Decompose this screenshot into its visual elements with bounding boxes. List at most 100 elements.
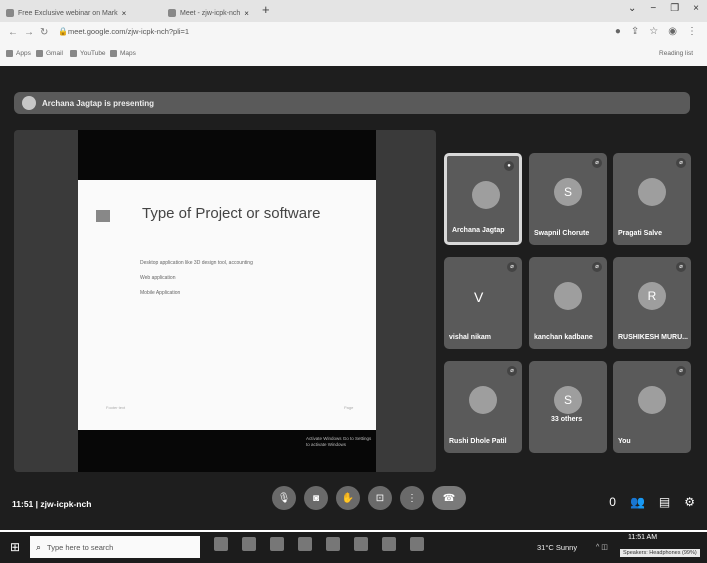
search-placeholder: Type here to search [47,542,114,552]
speaker-tooltip: Speakers: Headphones (99%) [620,549,700,557]
close-icon[interactable]: × [122,9,127,18]
meeting-time: 11:51 [12,499,34,509]
activate-windows-watermark: Activate Windows Go to Settings to activ… [306,436,372,447]
lock-icon[interactable]: 🔒 [58,27,68,36]
avatar: S [554,386,582,414]
meeting-info: 11:51 | zjw-icpk-nch [12,499,91,509]
participant-tile[interactable]: ● Archana Jagtap [444,153,522,245]
store-icon[interactable] [298,537,312,551]
tab-meet[interactable]: Meet - zjw-icpk-nch × [168,4,258,22]
leave-call-button[interactable]: ☎ [432,486,466,510]
presenting-text: Archana Jagtap is presenting [42,98,155,108]
participant-tile[interactable]: S ⌀ Swapnil Chorute [529,153,607,245]
activities-icon[interactable]: ⚙ [684,495,695,509]
tab-label: Free Exclusive webinar on Mark [18,9,118,17]
star-icon[interactable]: ☆ [649,26,658,37]
window-controls: ⌄ − ❐ × [628,3,699,14]
mic-icon: ● [504,161,514,171]
weather-widget[interactable]: 31°C Sunny [537,543,577,552]
avatar [638,178,666,206]
maximize-icon[interactable]: ❐ [670,3,679,14]
tab-favicon-icon [6,9,14,17]
taskbar-clock[interactable]: 11:51 AM [628,534,657,541]
share-icon[interactable]: ⇪ [631,26,639,37]
bookmark-label: Gmail [46,50,63,57]
info-icon[interactable]: 0 [609,495,616,509]
presenter-avatar [22,96,36,110]
reload-icon[interactable]: ↻ [40,27,48,38]
chrome-icon[interactable] [382,537,396,551]
call-controls: 🎙 ◙ ✋ ⊡ ⋮ ☎ [272,486,466,510]
slide-bullet: Desktop application like 3D design tool,… [140,260,253,266]
mic-toggle-button[interactable]: 🎙 [272,486,296,510]
participant-name: 33 others [551,416,583,423]
mic-off-icon: ⌀ [507,262,517,272]
back-icon[interactable]: ← [8,27,18,38]
raise-hand-button[interactable]: ✋ [336,486,360,510]
minimize-icon[interactable]: − [650,3,656,14]
avatar [472,181,500,209]
camera-toggle-button[interactable]: ◙ [304,486,328,510]
close-window-icon[interactable]: × [693,3,699,14]
tab-webinar[interactable]: Free Exclusive webinar on Mark × [6,4,166,22]
bookmark-apps[interactable]: Apps [6,50,31,57]
slide-page-number: Page [344,405,354,410]
windows-start-icon[interactable]: ⊞ [10,540,20,554]
mic-off-icon: ⌀ [676,366,686,376]
new-tab-button[interactable]: + [262,2,270,17]
file-explorer-icon[interactable] [326,537,340,551]
present-button[interactable]: ⊡ [368,486,392,510]
edge-icon[interactable] [270,537,284,551]
bookmark-maps[interactable]: Maps [110,50,136,57]
participant-name: kanchan kadbane [534,334,593,341]
search-icon: ⌕ [36,541,42,552]
slide-footer: Footer text [106,405,126,410]
mic-off-icon: ⌀ [592,262,602,272]
avatar [638,386,666,414]
bookmark-youtube[interactable]: YouTube [70,50,106,57]
participant-name: Archana Jagtap [452,227,505,234]
participant-tile[interactable]: V ⌀ vishal nikam [444,257,522,349]
participant-tile[interactable]: R ⌀ RUSHIKESH MURU... [613,257,691,349]
participant-tile-others[interactable]: S 33 others [529,361,607,453]
bookmark-gmail[interactable]: Gmail [36,50,63,57]
address-bar[interactable]: meet.google.com/zjw-icpk-nch?pli=1 [68,27,189,36]
close-icon[interactable]: × [244,9,249,18]
slide-bullet: Mobile Application [140,290,181,296]
chat-icon[interactable]: ▤ [659,495,670,509]
mic-off-icon: ⌀ [676,158,686,168]
camera-icon[interactable]: ● [615,26,621,37]
participant-tile[interactable]: ⌀ Rushi Dhole Patil [444,361,522,453]
avatar-initial: V [474,289,484,305]
meeting-side-controls: 0 👥 ▤ ⚙ [609,495,695,509]
menu-icon[interactable]: ⋮ [687,26,697,37]
taskbar-search[interactable]: ⌕ Type here to search [30,536,200,558]
slide-title: Type of Project or software [142,205,321,222]
avatar: S [554,178,582,206]
word-icon[interactable] [410,537,424,551]
participant-name: You [618,438,631,445]
more-options-button[interactable]: ⋮ [400,486,424,510]
presenting-banner: Archana Jagtap is presenting [14,92,690,114]
participant-tile[interactable]: ⌀ kanchan kadbane [529,257,607,349]
address-bar-actions: ● ⇪ ☆ ◉ ⋮ [615,26,697,37]
slide-bullet: Web application [140,275,176,281]
task-view-icon[interactable] [242,537,256,551]
tab-search-icon[interactable]: ⌄ [628,3,636,14]
meet-favicon-icon [168,9,176,17]
tab-label: Meet - zjw-icpk-nch [180,9,241,17]
reading-list[interactable]: Reading list [659,50,693,57]
profile-icon[interactable]: ◉ [668,26,677,37]
bookmark-label: YouTube [80,50,106,57]
forward-icon[interactable]: → [24,27,34,38]
participant-tile-self[interactable]: ⌀ You [613,361,691,453]
people-icon[interactable]: 👥 [630,495,645,509]
meeting-code[interactable]: zjw-icpk-nch [40,499,91,509]
system-tray-icon[interactable]: ^ ◫ [596,543,608,551]
bookmark-label: Maps [120,50,136,57]
participant-tile[interactable]: ⌀ Pragati Salve [613,153,691,245]
participant-name: vishal nikam [449,334,492,341]
participant-name: Pragati Salve [618,230,662,237]
cortana-icon[interactable] [214,537,228,551]
mail-icon[interactable] [354,537,368,551]
